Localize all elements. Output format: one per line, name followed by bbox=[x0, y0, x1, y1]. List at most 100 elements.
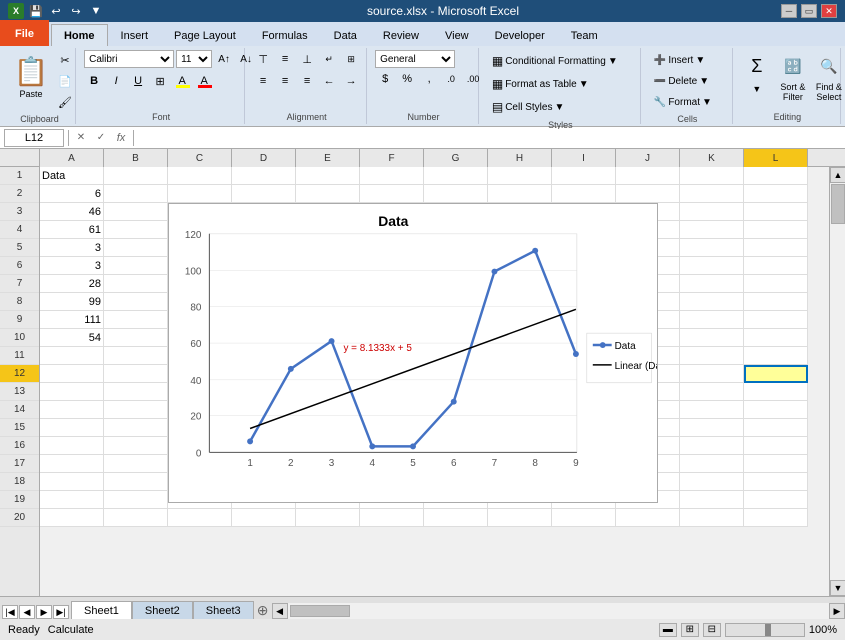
close-btn[interactable]: ✕ bbox=[821, 4, 837, 18]
cell-A5[interactable]: 3 bbox=[40, 239, 104, 257]
cell-styles-button[interactable]: ▤ Cell Styles ▼ bbox=[487, 96, 570, 118]
row-header-1[interactable]: 1 bbox=[0, 167, 39, 185]
row-header-16[interactable]: 16 bbox=[0, 437, 39, 455]
page-break-btn[interactable]: ⊟ bbox=[703, 623, 721, 637]
percent-btn[interactable]: % bbox=[397, 70, 417, 88]
cell-I2[interactable] bbox=[552, 185, 616, 203]
scroll-track-vertical[interactable] bbox=[830, 183, 845, 580]
cell-K9[interactable] bbox=[680, 311, 744, 329]
cell-reference-box[interactable] bbox=[4, 129, 64, 147]
cell-B12[interactable] bbox=[104, 365, 168, 383]
col-header-G[interactable]: G bbox=[424, 149, 488, 167]
col-header-A[interactable]: A bbox=[40, 149, 104, 167]
format-dropdown[interactable]: ▼ bbox=[702, 97, 712, 108]
format-table-button[interactable]: ▦ Format as Table ▼ bbox=[487, 73, 594, 95]
cell-K2[interactable] bbox=[680, 185, 744, 203]
copy-button[interactable]: 📄 bbox=[54, 71, 76, 91]
col-header-F[interactable]: F bbox=[360, 149, 424, 167]
cell-K5[interactable] bbox=[680, 239, 744, 257]
tab-page-layout[interactable]: Page Layout bbox=[161, 24, 249, 46]
restore-btn[interactable]: ▭ bbox=[801, 4, 817, 18]
cell-L4[interactable] bbox=[744, 221, 808, 239]
row-header-20[interactable]: 20 bbox=[0, 509, 39, 527]
cell-A16[interactable] bbox=[40, 437, 104, 455]
row-header-15[interactable]: 15 bbox=[0, 419, 39, 437]
increase-font-btn[interactable]: A↑ bbox=[214, 50, 234, 68]
cell-A1[interactable]: Data bbox=[40, 167, 104, 185]
tab-team[interactable]: Team bbox=[558, 24, 611, 46]
cell-A15[interactable] bbox=[40, 419, 104, 437]
cell-F1[interactable] bbox=[360, 167, 424, 185]
align-left-btn[interactable]: ≡ bbox=[253, 72, 273, 90]
cell-I1[interactable] bbox=[552, 167, 616, 185]
row-header-19[interactable]: 19 bbox=[0, 491, 39, 509]
cell-A8[interactable]: 99 bbox=[40, 293, 104, 311]
align-middle-btn[interactable]: ≡ bbox=[275, 50, 295, 68]
cell-D1[interactable] bbox=[232, 167, 296, 185]
sheet-first-btn[interactable]: |◀ bbox=[2, 605, 18, 619]
col-header-C[interactable]: C bbox=[168, 149, 232, 167]
cell-A12[interactable] bbox=[40, 365, 104, 383]
cell-C1[interactable] bbox=[168, 167, 232, 185]
col-header-L[interactable]: L bbox=[744, 149, 808, 167]
row-header-17[interactable]: 17 bbox=[0, 455, 39, 473]
minimize-btn[interactable]: ─ bbox=[781, 4, 797, 18]
cell-L11[interactable] bbox=[744, 347, 808, 365]
cell-K13[interactable] bbox=[680, 383, 744, 401]
currency-btn[interactable]: $ bbox=[375, 70, 395, 88]
col-header-I[interactable]: I bbox=[552, 149, 616, 167]
cut-button[interactable]: ✂ bbox=[54, 50, 76, 70]
cell-G2[interactable] bbox=[424, 185, 488, 203]
cell-L6[interactable] bbox=[744, 257, 808, 275]
fill-color-button[interactable]: A bbox=[172, 72, 192, 90]
redo-quick-btn[interactable]: ↪ bbox=[67, 2, 85, 20]
add-sheet-button[interactable]: ⊕ bbox=[254, 601, 272, 619]
cell-C2[interactable] bbox=[168, 185, 232, 203]
row-header-8[interactable]: 8 bbox=[0, 293, 39, 311]
row-header-5[interactable]: 5 bbox=[0, 239, 39, 257]
format-table-dropdown[interactable]: ▼ bbox=[579, 79, 589, 90]
col-header-J[interactable]: J bbox=[616, 149, 680, 167]
row-header-7[interactable]: 7 bbox=[0, 275, 39, 293]
scroll-thumb-vertical[interactable] bbox=[831, 184, 845, 224]
tab-formulas[interactable]: Formulas bbox=[249, 24, 321, 46]
tab-home[interactable]: Home bbox=[51, 24, 108, 46]
cell-A2[interactable]: 6 bbox=[40, 185, 104, 203]
cell-A18[interactable] bbox=[40, 473, 104, 491]
row-header-4[interactable]: 4 bbox=[0, 221, 39, 239]
font-color-button[interactable]: A bbox=[194, 72, 214, 90]
cell-L5[interactable] bbox=[744, 239, 808, 257]
cell-B9[interactable] bbox=[104, 311, 168, 329]
cell-A11[interactable] bbox=[40, 347, 104, 365]
cell-K11[interactable] bbox=[680, 347, 744, 365]
cell-B11[interactable] bbox=[104, 347, 168, 365]
tab-sheet2[interactable]: Sheet2 bbox=[132, 601, 193, 619]
cell-B7[interactable] bbox=[104, 275, 168, 293]
comma-btn[interactable]: , bbox=[419, 70, 439, 88]
autosum-button[interactable]: Σ bbox=[741, 50, 773, 82]
scroll-right-btn[interactable]: ▶ bbox=[829, 603, 845, 619]
italic-button[interactable]: I bbox=[106, 72, 126, 90]
font-size-select[interactable]: 11 bbox=[176, 50, 212, 68]
cell-A17[interactable] bbox=[40, 455, 104, 473]
indent-decrease-btn[interactable]: ← bbox=[319, 72, 339, 90]
cell-A4[interactable]: 61 bbox=[40, 221, 104, 239]
cell-A13[interactable] bbox=[40, 383, 104, 401]
normal-view-btn[interactable]: ▬ bbox=[659, 623, 677, 637]
indent-increase-btn[interactable]: → bbox=[341, 72, 361, 90]
row-header-2[interactable]: 2 bbox=[0, 185, 39, 203]
cell-D2[interactable] bbox=[232, 185, 296, 203]
cell-B10[interactable] bbox=[104, 329, 168, 347]
format-button[interactable]: 🔧 Format ▼ bbox=[649, 92, 717, 112]
cell-K12[interactable] bbox=[680, 365, 744, 383]
cell-J2[interactable] bbox=[616, 185, 680, 203]
align-right-btn[interactable]: ≡ bbox=[297, 72, 317, 90]
cell-J1[interactable] bbox=[616, 167, 680, 185]
wrap-text-btn[interactable]: ↵ bbox=[319, 50, 339, 68]
undo-quick-btn[interactable]: ↩ bbox=[47, 2, 65, 20]
cell-L13[interactable] bbox=[744, 383, 808, 401]
cell-A19[interactable] bbox=[40, 491, 104, 509]
cell-L10[interactable] bbox=[744, 329, 808, 347]
cell-A9[interactable]: 111 bbox=[40, 311, 104, 329]
cell-A20[interactable] bbox=[40, 509, 104, 527]
